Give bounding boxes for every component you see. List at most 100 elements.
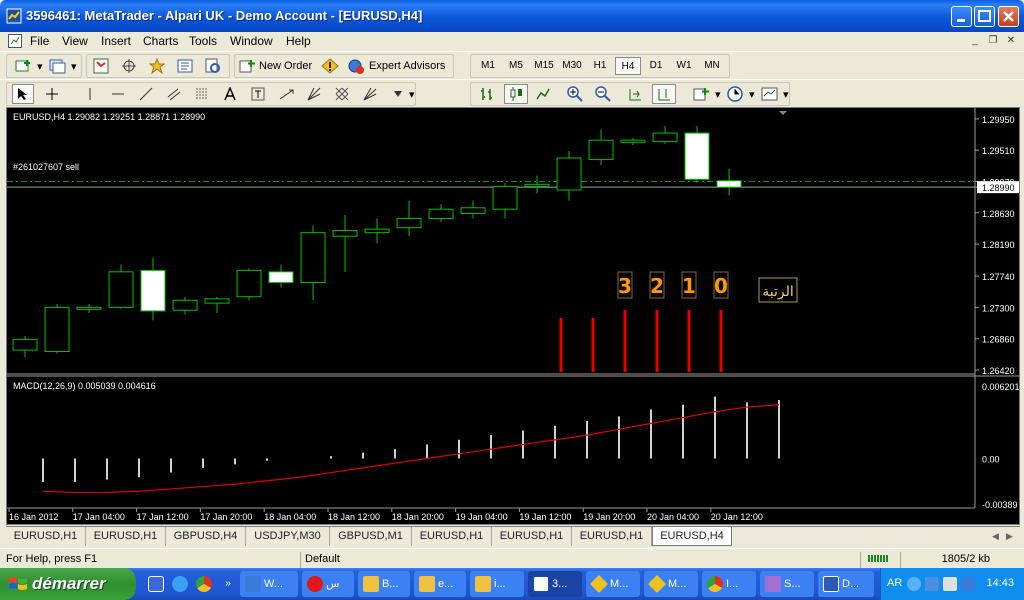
chart-tab[interactable]: USDJPY,M30 [246,527,330,546]
language-indicator[interactable]: AR [887,577,902,589]
menu-charts[interactable]: Charts [143,34,178,48]
candle-bull [172,299,198,311]
start-button[interactable]: démarrer [0,568,136,600]
menu-tools[interactable]: Tools [189,34,217,48]
menu-file[interactable]: File [30,34,49,48]
fibonacci-tool[interactable] [192,84,212,104]
chart-window[interactable]: EURUSD,H4 1.29082 1.29251 1.28871 1.2899… [6,107,1020,525]
trendline-tool[interactable] [136,84,156,104]
task-button[interactable]: D... [818,571,874,597]
chart-tab-active[interactable]: EURUSD,H4 [652,527,732,546]
task-button[interactable]: س [302,571,354,597]
task-button[interactable]: W... [240,571,298,597]
grid-tool[interactable] [332,84,352,104]
timeframe-d1-button[interactable]: D1 [643,57,669,75]
periods-button[interactable]: ▾ [724,84,758,104]
equidistant-channel-tool[interactable] [164,84,184,104]
new-order-button[interactable]: New Order [236,56,315,76]
chart-tab[interactable]: EURUSD,H1 [492,527,572,546]
chrome-icon[interactable] [196,576,212,592]
menu-view[interactable]: View [62,34,88,48]
zoom-in-button[interactable] [564,84,586,104]
menu-window[interactable]: Window [230,34,273,48]
cursor-tool[interactable] [12,84,34,104]
chart-tab[interactable]: GBPUSD,H4 [166,527,246,546]
timeframe-mn-button[interactable]: MN [699,57,725,75]
network-tray-icon[interactable] [925,577,939,591]
text-tool[interactable] [220,84,240,104]
pitchfork-tool[interactable] [360,84,380,104]
child-restore-button[interactable]: ❐ [986,35,1000,47]
templates-button[interactable]: ▾ [758,84,792,104]
data-window-button[interactable] [118,56,140,76]
chart-tab[interactable]: GBPUSD,M1 [330,527,412,546]
profiles-button[interactable]: ▾ [46,56,80,76]
task-button[interactable]: S... [760,571,814,597]
show-desktop-icon[interactable] [148,576,164,592]
market-watch-button[interactable] [90,56,112,76]
maximize-button[interactable] [974,6,995,27]
line-chart-button[interactable] [532,84,554,104]
crosshair-tool[interactable] [42,84,62,104]
zoom-out-button[interactable] [592,84,614,104]
window-title-bar[interactable]: 3596461: MetaTrader - Alpari UK - Demo A… [0,0,1024,32]
chart-shift-button[interactable] [652,84,676,104]
candlestick-chart[interactable]: EURUSD,H4 1.29082 1.29251 1.28871 1.2899… [7,108,1019,524]
gann-tool[interactable] [304,84,324,104]
chart-tab[interactable]: EURUSD,H1 [572,527,652,546]
child-close-button[interactable]: ✕ [1004,35,1018,47]
task-button-active[interactable]: 3... [528,571,582,597]
candlestick-chart-button[interactable] [504,84,528,104]
text-label-tool[interactable] [248,84,268,104]
autoscroll-button[interactable] [624,84,646,104]
chart-window-icon[interactable] [8,34,22,48]
strategy-tester-button[interactable] [202,56,224,76]
timeframe-w1-button[interactable]: W1 [671,57,697,75]
expert-advisors-button[interactable]: Expert Advisors [344,56,448,76]
task-button[interactable]: M... [644,571,698,597]
tabs-scroll-left-icon[interactable]: ◀ [992,531,999,542]
chart-tab[interactable]: EURUSD,H1 [6,527,86,546]
fibonacci-icon [196,88,208,99]
task-button[interactable]: e... [414,571,466,597]
chart-shift-marker[interactable] [779,111,787,115]
timeframe-m1-button[interactable]: M1 [475,57,501,75]
volume-tray-icon[interactable] [943,577,957,591]
time-tick-label: 17 Jan 20:00 [200,512,252,522]
task-button[interactable]: M... [586,571,640,597]
close-button[interactable] [998,6,1019,27]
timeframe-h1-button[interactable]: H1 [587,57,613,75]
quicklaunch-more-icon[interactable]: » [220,576,236,592]
menu-help[interactable]: Help [286,34,311,48]
menu-insert[interactable]: Insert [101,34,131,48]
chart-tab[interactable]: EURUSD,H1 [86,527,166,546]
task-button[interactable]: i... [470,571,524,597]
vertical-line-tool[interactable] [80,84,100,104]
timeframe-m15-button[interactable]: M15 [531,57,557,75]
help-tray-icon[interactable] [907,577,921,591]
candle-bull [492,185,518,210]
time-tick-label: 18 Jan 20:00 [392,512,444,522]
indicators-button[interactable]: ▾ [690,84,724,104]
bar-chart-button[interactable] [476,84,498,104]
new-chart-button[interactable]: ▾ [12,56,46,76]
horizontal-line-tool[interactable] [108,84,128,104]
task-button[interactable]: I... [702,571,756,597]
alert-button[interactable] [318,56,342,76]
minimize-button[interactable] [951,6,972,27]
task-button[interactable]: B... [358,571,410,597]
internet-explorer-icon[interactable] [172,576,188,592]
child-minimize-button[interactable]: _ [968,35,982,47]
price-tick-label: 1.27300 [982,303,1015,313]
timeframe-m30-button[interactable]: M30 [559,57,585,75]
tabs-scroll-right-icon[interactable]: ▶ [1006,531,1013,542]
more-objects-dropdown[interactable]: ▾ [388,84,418,104]
timeframe-h4-button[interactable]: H4 [615,57,641,75]
chart-tab[interactable]: EURUSD,H1 [412,527,492,546]
price-tick-label: 1.29510 [982,146,1015,156]
timeframe-m5-button[interactable]: M5 [503,57,529,75]
terminal-button[interactable] [174,56,196,76]
arrows-tool[interactable] [276,84,298,104]
app-tray-icon[interactable] [961,577,975,591]
navigator-button[interactable] [146,56,168,76]
